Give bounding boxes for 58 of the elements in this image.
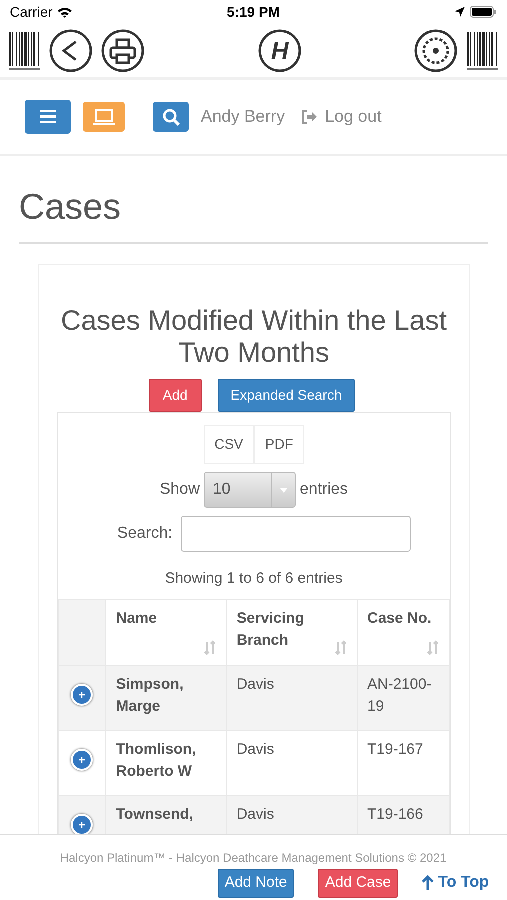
column-header[interactable]: Name: [106, 599, 226, 666]
table-cell: Davis: [226, 730, 357, 796]
panel-title: Cases Modified Within the Last Two Months: [60, 305, 448, 370]
copyright-text: Halcyon Platinum™ - Halcyon Deathcare Management Solutions © 2021: [59, 850, 448, 867]
table-cell: T19-166: [357, 795, 450, 834]
show-label: Show: [160, 480, 200, 500]
search-field[interactable]: [180, 516, 411, 552]
laptop-icon: [92, 108, 116, 126]
add-case-button[interactable]: Add Case: [318, 869, 398, 898]
entries-label: entries: [300, 480, 348, 500]
status-time: 5:19 PM: [227, 2, 280, 22]
user-link[interactable]: Andy Berry: [201, 104, 286, 130]
sort-icon: [204, 638, 216, 655]
add-button[interactable]: Add: [148, 379, 202, 412]
export-button[interactable]: PDF: [254, 425, 304, 464]
location-icon: [454, 6, 466, 18]
table-cell: Townsend,: [106, 795, 226, 834]
table-info: Showing 1 to 6 of 6 entries: [164, 569, 344, 590]
wifi-icon: [56, 6, 73, 18]
sort-icon: [334, 638, 346, 655]
table-cell: Simpson, Marge: [106, 665, 226, 730]
expanded-search-button[interactable]: Expanded Search: [218, 379, 356, 412]
page-title: Cases: [19, 180, 488, 244]
table-cell: Davis: [226, 795, 357, 834]
carrier-name: Carrier: [10, 2, 53, 22]
plus-icon: [78, 820, 86, 829]
arrow-up-icon: [422, 875, 434, 892]
logo[interactable]: H: [258, 28, 302, 72]
table-cell: T19-167: [357, 730, 450, 796]
expand-button[interactable]: [71, 748, 94, 771]
menu-button[interactable]: [25, 100, 71, 134]
table-cell: Thomlison, Roberto W: [106, 730, 226, 796]
barcode-icon[interactable]: [8, 30, 41, 72]
add-note-button[interactable]: Add Note: [218, 869, 294, 898]
search-button[interactable]: [153, 102, 189, 132]
plus-icon: [78, 756, 86, 764]
expand-button[interactable]: [71, 684, 94, 706]
export-button[interactable]: CSV: [204, 425, 254, 464]
battery-icon: [470, 6, 497, 18]
search-label: Search:: [117, 524, 173, 544]
table-cell: AN-2100-19: [357, 665, 450, 730]
printer-icon[interactable]: [101, 28, 145, 72]
column-header[interactable]: Servicing Branch: [226, 599, 357, 666]
search-icon: [162, 108, 180, 126]
page-length-select[interactable]: 10: [204, 472, 296, 508]
table-cell: Davis: [226, 665, 357, 730]
settings-icon[interactable]: [414, 28, 458, 72]
column-header[interactable]: Case No.: [357, 599, 450, 666]
to-top-link[interactable]: To Top: [422, 871, 490, 896]
back-icon[interactable]: [49, 28, 93, 72]
logout-icon: [301, 109, 318, 125]
plus-icon: [78, 690, 86, 699]
logout-link[interactable]: Log out: [301, 104, 382, 130]
caret-icon: [280, 488, 288, 493]
barcode-icon[interactable]: [466, 30, 499, 72]
expand-button[interactable]: [71, 814, 94, 834]
sort-icon: [427, 638, 439, 655]
menu-icon: [40, 109, 56, 125]
